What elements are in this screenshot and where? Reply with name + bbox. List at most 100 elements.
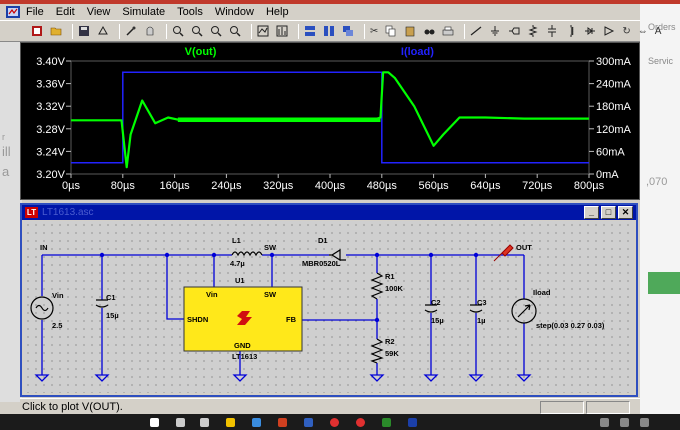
- x-tick-label: 160µs: [159, 180, 190, 192]
- copy-icon[interactable]: [384, 24, 398, 39]
- y-tick-label-left: 3.36V: [36, 79, 65, 91]
- toolbar-separator: [364, 23, 365, 39]
- zoom-in-icon[interactable]: [171, 24, 185, 39]
- menu-edit[interactable]: Edit: [56, 6, 75, 18]
- paste-icon[interactable]: [403, 24, 417, 39]
- background-left-panel: r ill a: [0, 42, 22, 402]
- status-cell: [586, 401, 630, 414]
- label-net-icon[interactable]: [507, 24, 521, 39]
- ground-symbol: [34, 374, 50, 382]
- bg-value-text: ,070: [646, 176, 668, 188]
- x-tick-label: 800µs: [574, 180, 605, 192]
- start-icon[interactable]: [150, 418, 159, 427]
- y-tick-label-right: 240mA: [596, 79, 632, 91]
- app-icon[interactable]: [382, 418, 391, 427]
- cascade-icon[interactable]: [341, 24, 355, 39]
- resistor-r1-symbol: [370, 272, 384, 300]
- schematic-drawing[interactable]: IN SW OUT Vin 2.5 C1 15µ L1 4.7µ D1 MBR0…: [24, 221, 634, 393]
- diode-icon[interactable]: [583, 24, 597, 39]
- status-cell: [540, 401, 584, 414]
- zoom-out-icon[interactable]: [209, 24, 223, 39]
- maximize-button[interactable]: □: [601, 206, 616, 219]
- load-arrow-glyph: [517, 304, 531, 318]
- close-button[interactable]: ✕: [618, 206, 633, 219]
- r2-value: 59K: [385, 349, 399, 358]
- probe-cursor-icon: [493, 244, 514, 262]
- r1-name: R1: [385, 272, 395, 281]
- menu-tools[interactable]: Tools: [177, 6, 203, 18]
- bg-left-text-a: r: [2, 132, 5, 142]
- rotate-icon[interactable]: ↻: [621, 24, 631, 39]
- y-tick-label-right: 60mA: [596, 146, 625, 158]
- autorange-icon[interactable]: [256, 24, 270, 39]
- menu-bar: File Edit View Simulate Tools Window Hel…: [0, 4, 640, 20]
- tile-vertical-icon[interactable]: [322, 24, 336, 39]
- x-tick-label: 720µs: [522, 180, 553, 192]
- menu-help[interactable]: Help: [266, 6, 289, 18]
- cut-icon[interactable]: ✂: [369, 24, 379, 39]
- y-tick-label-left: 3.40V: [36, 56, 65, 68]
- background-green-button: [648, 272, 680, 294]
- zoom-fit-icon[interactable]: [228, 24, 242, 39]
- new-schematic-icon[interactable]: [30, 24, 44, 39]
- vout-ripple-band: [177, 117, 381, 123]
- ground-icon[interactable]: [488, 24, 502, 39]
- wire-icon[interactable]: [469, 24, 483, 39]
- resistor-r2-symbol: [370, 338, 384, 364]
- waveform-chart[interactable]: 3.40V3.36V3.32V3.28V3.24V3.20V300mA240mA…: [21, 43, 639, 199]
- component-icon[interactable]: [602, 24, 616, 39]
- capacitor-icon[interactable]: [545, 24, 559, 39]
- x-tick-label: 480µs: [367, 180, 398, 192]
- mirror-icon[interactable]: ⇔: [637, 24, 649, 39]
- file-explorer-icon[interactable]: [226, 418, 235, 427]
- schematic-title: LT1613.asc: [42, 207, 94, 218]
- app-icon[interactable]: [356, 418, 365, 427]
- app-icon[interactable]: [252, 418, 261, 427]
- search-icon[interactable]: [176, 418, 185, 427]
- print-icon[interactable]: [441, 24, 455, 39]
- x-tick-label: 400µs: [315, 180, 346, 192]
- ground-symbol: [468, 374, 484, 382]
- menu-view[interactable]: View: [87, 6, 111, 18]
- y-tick-label-right: 300mA: [596, 56, 632, 68]
- pan-icon[interactable]: [190, 24, 204, 39]
- app-icon[interactable]: [278, 418, 287, 427]
- schematic-canvas[interactable]: IN SW OUT Vin 2.5 C1 15µ L1 4.7µ D1 MBR0…: [24, 221, 634, 393]
- pin-fb: FB: [286, 315, 297, 324]
- save-icon[interactable]: [77, 24, 91, 39]
- pin-gnd: GND: [234, 341, 251, 350]
- tile-horizontal-icon[interactable]: [303, 24, 317, 39]
- menu-window[interactable]: Window: [215, 6, 254, 18]
- toolbar-separator: [464, 23, 466, 39]
- halt-icon[interactable]: [143, 24, 157, 39]
- c1-value: 15µ: [106, 311, 119, 320]
- task-view-icon[interactable]: [200, 418, 209, 427]
- text-icon[interactable]: A: [654, 24, 663, 39]
- schematic-title-bar[interactable]: LT LT1613.asc _ □ ✕: [22, 205, 636, 220]
- junction-dot: [428, 252, 434, 258]
- y-tick-label-left: 3.32V: [36, 101, 65, 113]
- minimize-button[interactable]: _: [584, 206, 599, 219]
- trace-label-vout: V(out): [185, 46, 217, 58]
- pin-vin: Vin: [206, 290, 218, 299]
- background-app-panel: Orders Servic ,070: [640, 4, 680, 430]
- schematic-window[interactable]: LT LT1613.asc _ □ ✕ IN SW OUT Vin 2.5 C1…: [20, 203, 638, 397]
- inductor-icon[interactable]: [564, 24, 578, 39]
- menu-simulate[interactable]: Simulate: [122, 6, 165, 18]
- r1-value: 100K: [385, 284, 404, 293]
- toolbar-separator: [166, 23, 167, 39]
- menu-file[interactable]: File: [26, 6, 44, 18]
- fft-icon[interactable]: [275, 24, 289, 39]
- toolbar-separator: [72, 23, 73, 39]
- open-folder-icon[interactable]: [49, 24, 63, 39]
- find-icon[interactable]: [422, 24, 436, 39]
- control-panel-icon[interactable]: [96, 24, 110, 39]
- waveform-plot-pane[interactable]: 3.40V 3.36V 3.32V 3.28V 3.24V 3.20V 300mA 240mA…: [20, 42, 640, 200]
- run-icon[interactable]: [124, 24, 138, 39]
- l1-name: L1: [232, 236, 241, 245]
- junction-dot: [269, 252, 275, 258]
- ltspice-taskbar-icon[interactable]: [408, 418, 417, 427]
- resistor-icon[interactable]: [526, 24, 540, 39]
- app-icon[interactable]: [330, 418, 339, 427]
- app-icon[interactable]: [304, 418, 313, 427]
